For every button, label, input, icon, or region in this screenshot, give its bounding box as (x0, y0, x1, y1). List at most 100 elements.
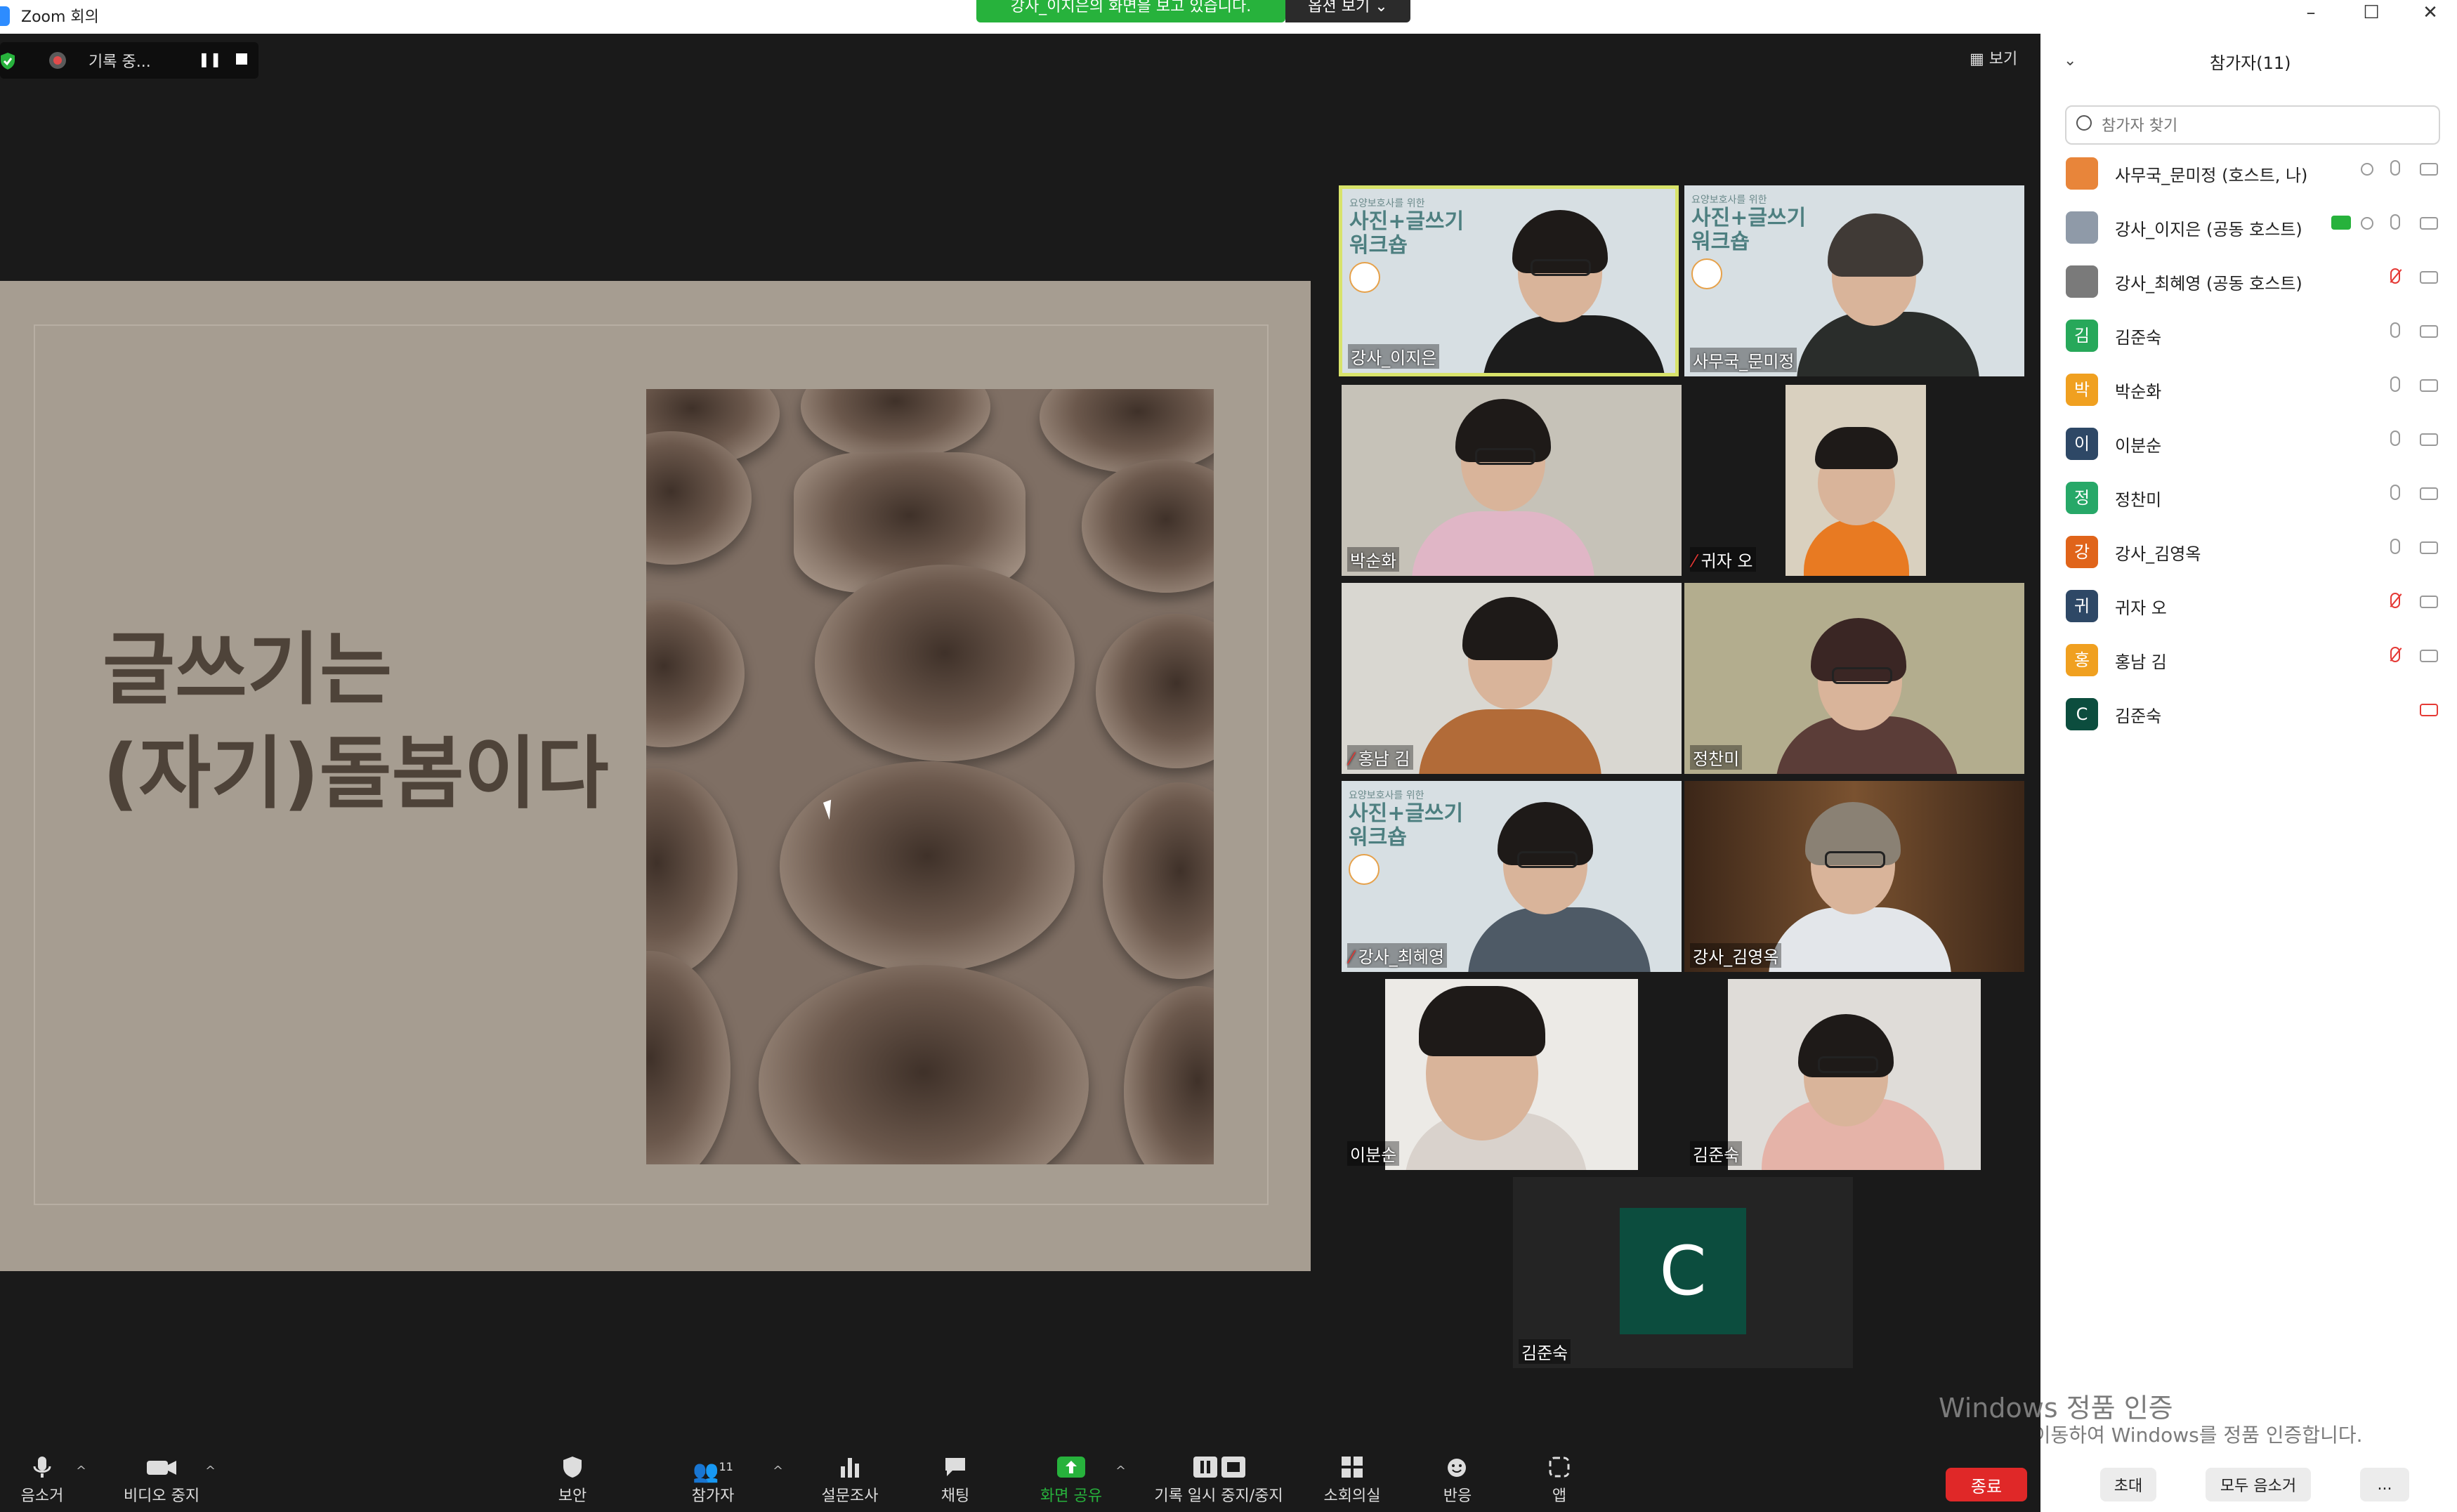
smiley-plus-icon (1448, 1459, 1466, 1477)
audio-options-caret-icon[interactable]: ^ (76, 1464, 86, 1478)
tile-name: ⁄ 귀자 오 (1690, 547, 1756, 572)
participant-avatar: 귀 (2066, 590, 2098, 622)
video-options-caret-icon[interactable]: ^ (205, 1464, 216, 1478)
video-stop-button[interactable]: 비디오 중지 (112, 1455, 211, 1506)
mute-all-button[interactable]: 모두 음소거 (2206, 1468, 2311, 1501)
tile-name: 김준숙 (1519, 1339, 1571, 1364)
minimize-icon[interactable]: – (2290, 0, 2332, 28)
grid-icon (1342, 1457, 1363, 1478)
participant-name: 강사_김영옥 (2115, 544, 2201, 564)
muted-mic-icon[interactable] (2390, 647, 2400, 662)
participants-panel (2040, 34, 2457, 1512)
video-camera-icon[interactable] (2420, 487, 2438, 500)
participant-name: 귀자 오 (2115, 598, 2167, 618)
participant-row[interactable]: 박 박순화 (2040, 365, 2457, 414)
video-camera-icon[interactable] (2420, 650, 2438, 662)
participant-row[interactable]: 강사_이지은 (공동 호스트) (2040, 203, 2457, 252)
participant-row[interactable]: 김 김준숙 (2040, 311, 2457, 360)
participant-row[interactable]: 정 정찬미 (2040, 473, 2457, 522)
muted-mic-icon[interactable] (2390, 268, 2400, 284)
end-meeting-button[interactable]: 종료 (1946, 1468, 2027, 1501)
video-camera-icon (147, 1461, 176, 1475)
slide-title: 글쓰기는 (자기)돌봄이다 (103, 624, 609, 820)
participant-search-input[interactable] (2100, 110, 2433, 142)
invite-button[interactable]: 초대 (2100, 1468, 2156, 1501)
participant-row[interactable]: 사무국_문미정 (호스트, 나) (2040, 149, 2457, 198)
participant-avatar: 강 (2066, 536, 2098, 568)
participant-row[interactable]: 홍 홍남 김 (2040, 636, 2457, 685)
tile-name: 사무국_문미정 (1690, 348, 1797, 372)
meeting-toolbar (0, 1419, 2040, 1512)
microphone-icon[interactable] (2390, 322, 2400, 338)
reactions-button[interactable]: 반응 (1433, 1455, 1482, 1506)
polls-button[interactable]: 설문조사 (815, 1455, 885, 1506)
video-camera-icon[interactable] (2420, 217, 2438, 230)
participants-icon: 👥11 (693, 1459, 733, 1484)
microphone-icon[interactable] (2390, 160, 2400, 176)
window-title: Zoom 회의 (21, 8, 99, 26)
microphone-icon[interactable] (2390, 485, 2400, 500)
microphone-icon[interactable] (2390, 376, 2400, 392)
workshop-promo: 요양보호사를 위한 사진+글쓰기 워크숍 (1349, 196, 1497, 322)
participant-row[interactable]: C 김준숙 (2040, 690, 2457, 739)
more-button[interactable]: ... (2360, 1468, 2409, 1501)
video-tile-1[interactable]: 요양보호사를 위한 사진+글쓰기 워크숍 강사_이지은 (1339, 185, 1679, 376)
video-tile-8[interactable]: 강사_김영옥 (1684, 781, 2024, 972)
video-camera-icon[interactable] (2420, 433, 2438, 446)
zoom-logo-icon (0, 6, 10, 26)
video-tile-10[interactable]: 김준숙 (1684, 979, 2024, 1170)
participant-name: 강사_최혜영 (공동 호스트) (2115, 274, 2302, 294)
video-camera-icon[interactable] (2420, 163, 2438, 176)
video-tile-5[interactable]: ⁄ 홍남 김 (1342, 583, 1682, 774)
video-camera-icon[interactable] (2420, 271, 2438, 284)
view-toggle-button[interactable]: ▦ 보기 (1970, 46, 2017, 69)
participant-name: 김준숙 (2115, 328, 2162, 348)
participant-name: 정찬미 (2115, 490, 2162, 510)
share-screen-icon (1057, 1457, 1085, 1478)
video-tile-2[interactable]: 요양보호사를 위한 사진+글쓰기 워크숍 사무국_문미정 (1684, 185, 2024, 376)
participant-name: 이분순 (2115, 436, 2162, 456)
microphone-icon[interactable] (2390, 430, 2400, 446)
muted-mic-icon[interactable] (2390, 593, 2400, 608)
view-options-button[interactable]: 옵션 보기 ⌄ (1285, 0, 1410, 22)
video-camera-icon[interactable] (2420, 596, 2438, 608)
video-off-icon[interactable] (2420, 704, 2438, 716)
close-icon[interactable]: ✕ (2409, 0, 2451, 28)
participant-avatar: 정 (2066, 482, 2098, 514)
microphone-icon[interactable] (2390, 539, 2400, 554)
video-tile-3[interactable]: 박순화 (1342, 385, 1682, 576)
share-options-caret-icon[interactable]: ^ (1115, 1464, 1126, 1478)
participant-avatar: C (1620, 1208, 1746, 1334)
chevron-down-icon[interactable]: ⌄ (2064, 52, 2076, 70)
participants-button[interactable]: 👥11 참가자 (681, 1455, 745, 1506)
video-camera-icon[interactable] (2420, 541, 2438, 554)
participant-avatar: 김 (2066, 320, 2098, 352)
participant-row[interactable]: 이 이분순 (2040, 419, 2457, 468)
mute-button[interactable]: 음소거 (7, 1455, 77, 1506)
video-tile-4[interactable]: ⁄ 귀자 오 (1684, 385, 2024, 576)
security-button[interactable]: 보안 (548, 1455, 597, 1506)
stop-recording-icon[interactable] (236, 53, 247, 65)
tile-name: ⁄ 홍남 김 (1347, 745, 1413, 770)
video-camera-icon[interactable] (2420, 325, 2438, 338)
video-tile-9[interactable]: 이분순 (1342, 979, 1682, 1170)
participant-avatar: 이 (2066, 428, 2098, 460)
participant-row[interactable]: 강 강사_김영옥 (2040, 527, 2457, 577)
participant-row[interactable]: 강사_최혜영 (공동 호스트) (2040, 257, 2457, 306)
microphone-icon (33, 1457, 51, 1478)
participant-row[interactable]: 귀 귀자 오 (2040, 581, 2457, 631)
share-screen-button[interactable]: 화면 공유 (1033, 1455, 1110, 1506)
breakout-rooms-button[interactable]: 소회의실 (1313, 1455, 1391, 1506)
chat-button[interactable]: 채팅 (927, 1455, 983, 1506)
video-camera-icon[interactable] (2420, 379, 2438, 392)
maximize-icon[interactable]: ☐ (2350, 0, 2392, 28)
participant-name: 김준숙 (2115, 706, 2162, 726)
apps-button[interactable]: 앱 (1538, 1455, 1580, 1506)
bar-chart-icon (841, 1458, 859, 1478)
video-tile-6[interactable]: 정찬미 (1684, 583, 2024, 774)
microphone-icon[interactable] (2390, 214, 2400, 230)
pause-recording-icon[interactable]: ❚❚ (198, 51, 222, 67)
participants-options-caret-icon[interactable]: ^ (773, 1464, 783, 1478)
video-tile-7[interactable]: 요양보호사를 위한 사진+글쓰기 워크숍 ⁄ 강사_최혜영 (1342, 781, 1682, 972)
pause-stop-recording-button[interactable]: 기록 일시 중지/중지 (1145, 1455, 1292, 1506)
